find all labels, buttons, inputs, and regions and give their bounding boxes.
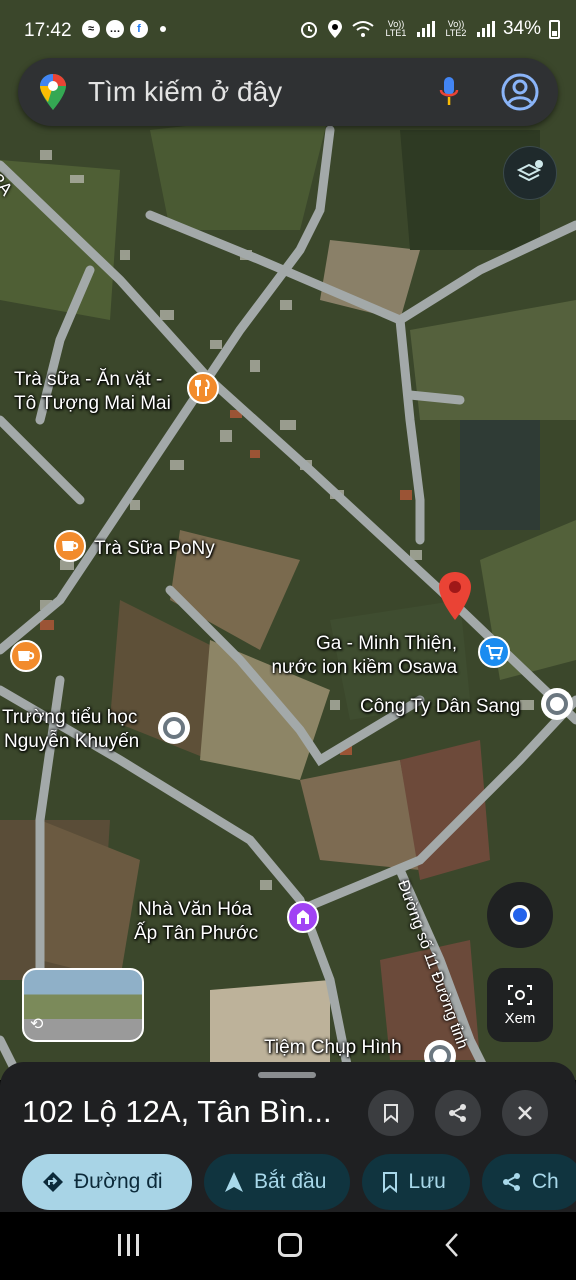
- cafe-icon[interactable]: [10, 640, 42, 672]
- street-view-thumbnail[interactable]: ⟲: [22, 968, 144, 1042]
- restaurant-icon[interactable]: [187, 372, 219, 404]
- drag-handle[interactable]: [258, 1072, 316, 1078]
- share-button[interactable]: Ch: [481, 1154, 576, 1210]
- place-label-pony[interactable]: Trà Sữa PoNy: [94, 537, 215, 561]
- place-label-dan-sang[interactable]: Công Ty Dân Sang: [360, 695, 520, 719]
- landmark-icon[interactable]: [287, 901, 319, 933]
- place-bottom-sheet[interactable]: 102 Lộ 12A, Tân Bìn... Đường đi Bắt đầu …: [0, 1062, 576, 1212]
- alarm-icon: [300, 22, 317, 38]
- status-bar: 17:42 ≈ … f Vo)) LTE1 Vo)) LTE2 34%: [0, 0, 576, 64]
- facebook-icon: f: [130, 20, 148, 38]
- place-label-photo-shop[interactable]: Tiệm Chụp Hình: [264, 1036, 402, 1060]
- signal2-icon: [476, 21, 495, 37]
- close-icon: [518, 1106, 532, 1120]
- start-button[interactable]: Bắt đầu: [204, 1154, 351, 1210]
- share-icon: [449, 1104, 466, 1122]
- rotate-360-icon: ⟲: [30, 1016, 44, 1033]
- share-label: Ch: [531, 1170, 559, 1193]
- microphone-icon[interactable]: [438, 75, 460, 109]
- location-icon: [327, 20, 342, 38]
- share-icon-button[interactable]: [435, 1090, 481, 1136]
- lte2-label: Vo)) LTE2: [445, 19, 467, 38]
- view-label: Xem: [504, 1009, 536, 1027]
- directions-button[interactable]: Đường đi: [22, 1154, 192, 1210]
- wifi-icon: [352, 21, 374, 37]
- battery-percent: 34%: [502, 18, 541, 39]
- save-label: Lưu: [408, 1170, 446, 1193]
- place-label-osawa[interactable]: Ga - Minh Thiện, nước ion kiềm Osawa: [264, 632, 457, 680]
- system-nav-bar: [0, 1212, 576, 1280]
- messenger-icon: ≈: [82, 20, 100, 38]
- company-place-icon[interactable]: [541, 688, 573, 720]
- battery-icon: [549, 19, 560, 39]
- camera-icon: [508, 984, 532, 1005]
- place-label-mai-mai[interactable]: Trà sữa - Ăn vặt - Tô Tượng Mai Mai: [14, 368, 171, 416]
- chat-icon: …: [106, 20, 124, 38]
- place-title: 102 Lộ 12A, Tân Bìn...: [22, 1094, 332, 1129]
- system-icons: Vo)) LTE1 Vo)) LTE2 34%: [299, 18, 560, 40]
- save-icon-button[interactable]: [368, 1090, 414, 1136]
- start-label: Bắt đầu: [254, 1170, 327, 1193]
- status-time: 17:42: [24, 20, 72, 41]
- save-button[interactable]: Lưu: [362, 1154, 470, 1210]
- bookmark-icon: [384, 1104, 398, 1123]
- home-button[interactable]: [278, 1233, 302, 1257]
- shopping-cart-icon[interactable]: [478, 636, 510, 668]
- location-dot-icon: [510, 905, 530, 925]
- navigation-arrow-icon: [225, 1172, 243, 1192]
- back-button[interactable]: [442, 1232, 462, 1258]
- signal1-icon: [416, 21, 435, 37]
- place-label-school[interactable]: Trường tiểu học Nguyễn Khuyến: [2, 706, 139, 754]
- action-chips: Đường đi Bắt đầu Lưu Ch: [22, 1154, 576, 1210]
- school-place-icon[interactable]: [158, 712, 190, 744]
- lte1-label: Vo)) LTE1: [385, 19, 407, 38]
- dropped-pin-icon[interactable]: [436, 570, 474, 622]
- directions-icon: [43, 1172, 63, 1192]
- layers-button[interactable]: [503, 146, 557, 200]
- my-location-button[interactable]: [487, 882, 553, 948]
- share-icon: [502, 1173, 520, 1191]
- cafe-icon[interactable]: [54, 530, 86, 562]
- recents-button[interactable]: [118, 1234, 139, 1256]
- more-notifications-dot: [160, 26, 166, 32]
- notification-icons: ≈ … f: [82, 20, 166, 38]
- close-button[interactable]: [502, 1090, 548, 1136]
- account-icon[interactable]: [500, 72, 540, 112]
- place-label-cultural-house[interactable]: Nhà Văn Hóa Ấp Tân Phước: [134, 898, 258, 946]
- search-input[interactable]: Tìm kiếm ở đây: [88, 76, 438, 108]
- bookmark-icon: [383, 1172, 398, 1193]
- view-photos-button[interactable]: Xem: [487, 968, 553, 1042]
- maps-logo-icon: [40, 74, 66, 110]
- search-bar[interactable]: Tìm kiếm ở đây: [18, 58, 558, 126]
- layers-icon: [516, 160, 543, 182]
- directions-label: Đường đi: [74, 1170, 163, 1193]
